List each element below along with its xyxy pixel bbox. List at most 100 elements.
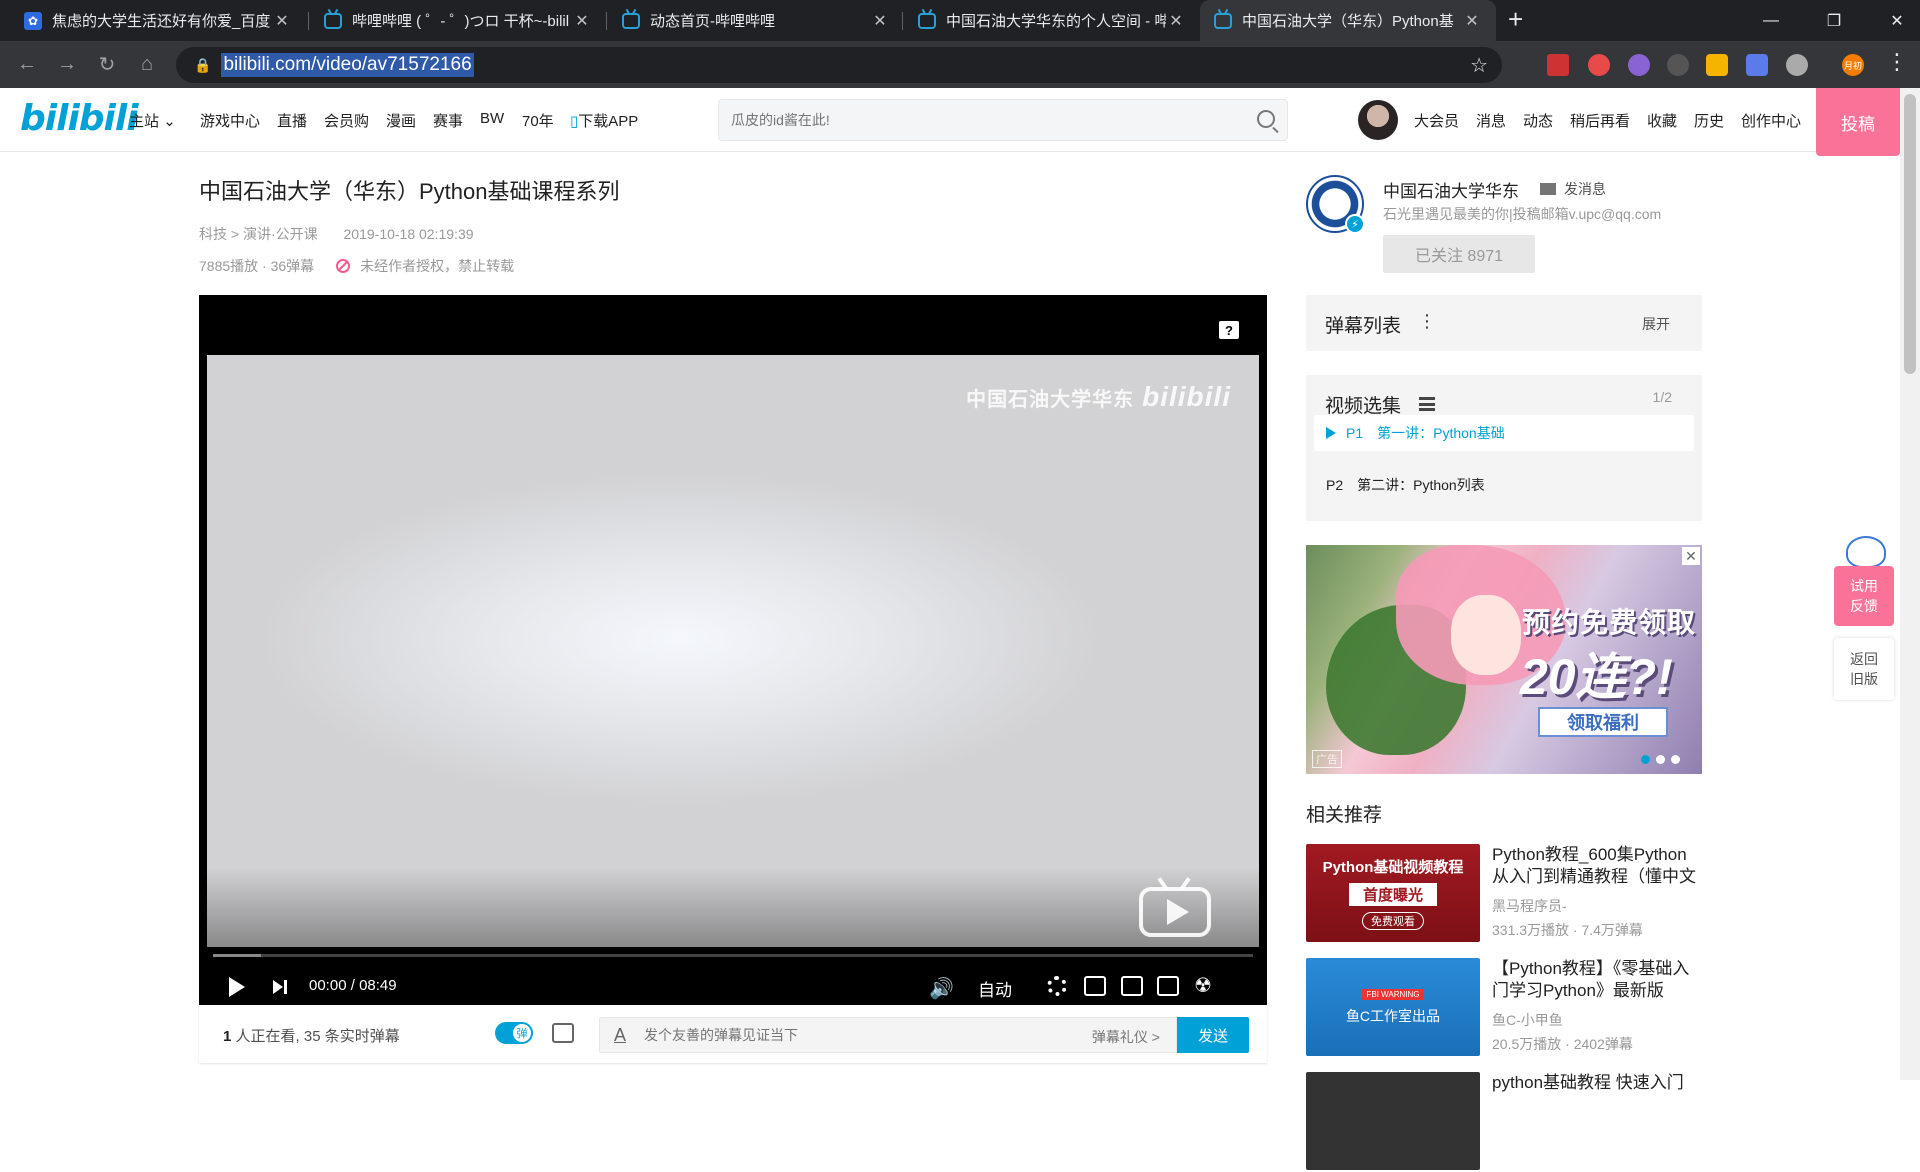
extension-icon[interactable] xyxy=(1746,54,1768,76)
danmaku-toggle[interactable]: 弹 xyxy=(495,1022,533,1044)
uploader-name[interactable]: 中国石油大学华东 xyxy=(1383,177,1519,202)
bilibili-logo[interactable]: bilibili xyxy=(20,98,139,139)
ad-banner[interactable]: 预约免费领取 20连?! 领取福利 ✕ 广告 xyxy=(1306,545,1702,774)
danmaku-list-panel[interactable]: 弹幕列表 ⋮ 展开 xyxy=(1306,295,1702,351)
danmaku-off-icon[interactable] xyxy=(1084,976,1106,996)
video-frame[interactable]: 中国石油大学华东 bilibili xyxy=(207,355,1259,947)
clock-icon[interactable] xyxy=(1628,54,1650,76)
link-favorites[interactable]: 收藏 xyxy=(1647,110,1677,131)
nav-main-site[interactable]: 主站 ⌄ xyxy=(129,110,176,131)
upload-button[interactable]: 投稿 xyxy=(1816,88,1900,156)
close-icon[interactable]: ✕ xyxy=(572,11,592,31)
browser-tab-active[interactable]: 中国石油大学（华东）Python基 ✕ xyxy=(1200,0,1496,41)
search-box[interactable] xyxy=(718,99,1288,141)
nav-manga[interactable]: 漫画 xyxy=(386,110,416,131)
back-button[interactable]: ← xyxy=(12,49,42,79)
progress-bar[interactable] xyxy=(213,954,1253,957)
link-messages[interactable]: 消息 xyxy=(1476,110,1506,131)
extension-icon[interactable] xyxy=(1667,54,1689,76)
nav-70-years[interactable]: 70年 xyxy=(522,110,554,131)
extension-icon[interactable] xyxy=(1547,54,1569,76)
restore-button[interactable]: ❐ xyxy=(1811,0,1857,41)
more-options-icon[interactable]: ⋮ xyxy=(1418,311,1436,332)
close-icon[interactable]: ✕ xyxy=(1682,547,1700,565)
close-icon[interactable]: ✕ xyxy=(1462,11,1482,31)
extension-icon[interactable] xyxy=(1786,54,1808,76)
video-thumbnail[interactable] xyxy=(1306,1072,1480,1170)
follow-button[interactable]: 已关注 8971 xyxy=(1383,235,1535,273)
nav-bw[interactable]: BW xyxy=(480,110,504,127)
recommendation-uploader[interactable]: 鱼C-小甲鱼 xyxy=(1492,1010,1563,1030)
carousel-dot[interactable] xyxy=(1671,755,1680,764)
danmaku-etiquette-link[interactable]: 弹幕礼仪 > xyxy=(1092,1027,1160,1047)
expand-button[interactable]: 展开 xyxy=(1642,314,1670,334)
new-tab-button[interactable]: + xyxy=(1508,4,1523,35)
url-text[interactable]: bilibili.com/video/av71572166 xyxy=(221,53,474,77)
video-thumbnail[interactable]: Python基础视频教程 首度曝光 免费观看 xyxy=(1306,844,1480,942)
ad-cta-button[interactable]: 领取福利 xyxy=(1538,707,1668,737)
link-vip[interactable]: 大会员 xyxy=(1414,110,1459,131)
forward-button[interactable]: → xyxy=(52,49,82,79)
profile-badge[interactable]: 月初 xyxy=(1842,54,1864,76)
bookmark-star-icon[interactable]: ☆ xyxy=(1470,53,1488,78)
extension-icon[interactable] xyxy=(1706,54,1728,76)
video-player[interactable]: ? 中国石油大学华东 bilibili 00:00 / 08:49 🔊 自动 ☢ xyxy=(199,295,1267,1005)
search-icon[interactable] xyxy=(1257,110,1275,128)
browser-tab[interactable]: 动态首页-哔哩哔哩 ✕ xyxy=(608,0,904,41)
settings-gear-icon[interactable] xyxy=(1047,976,1067,996)
danmaku-settings-icon[interactable] xyxy=(552,1023,574,1043)
nav-game-center[interactable]: 游戏中心 xyxy=(200,110,260,131)
danmaku-input-box[interactable]: A 弹幕礼仪 > xyxy=(599,1017,1177,1053)
recommendation-title[interactable]: Python教程_600集Python从入门到精通教程（懂中文 xyxy=(1492,844,1702,888)
fullscreen-icon[interactable]: ☢ xyxy=(1194,973,1212,998)
browser-tab[interactable]: 中国石油大学华东的个人空间 - 哔 ✕ xyxy=(904,0,1200,41)
scrollbar-thumb[interactable] xyxy=(1904,94,1916,374)
link-creator-center[interactable]: 创作中心 xyxy=(1741,110,1801,131)
close-icon[interactable]: ✕ xyxy=(272,11,292,31)
recommendation-item[interactable]: python基础教程 快速入门 xyxy=(1306,1072,1702,1172)
link-watch-later[interactable]: 稍后再看 xyxy=(1570,110,1630,131)
recommendation-item[interactable]: FBI WARNING 鱼C工作室出品 【Python教程】《零基础入门学习Py… xyxy=(1306,958,1702,1058)
browser-tab[interactable]: ✿ 焦虑的大学生活还好有你爱_百度 ✕ xyxy=(10,0,306,41)
send-danmaku-button[interactable]: 发送 xyxy=(1177,1017,1249,1053)
browser-tab[interactable]: 哔哩哔哩 ( ゜- ゜)つロ 干杯~-bilil ✕ xyxy=(310,0,606,41)
help-icon[interactable]: ? xyxy=(1219,321,1239,339)
home-button[interactable]: ⌂ xyxy=(132,49,162,79)
close-icon[interactable]: ✕ xyxy=(1166,11,1186,31)
reload-button[interactable]: ↻ xyxy=(92,49,122,79)
nav-download-app[interactable]: ▯下载APP xyxy=(570,110,638,131)
recommendation-uploader[interactable]: 黑马程序员- xyxy=(1492,896,1567,916)
close-icon[interactable]: ✕ xyxy=(870,11,890,31)
web-fullscreen-icon[interactable] xyxy=(1157,976,1179,996)
recommendation-item[interactable]: Python基础视频教程 首度曝光 免费观看 Python教程_600集Pyth… xyxy=(1306,844,1702,944)
episode-item[interactable]: P2 第二讲：Python列表 xyxy=(1314,467,1694,503)
link-dynamic[interactable]: 动态 xyxy=(1523,110,1553,131)
nav-mall[interactable]: 会员购 xyxy=(324,110,369,131)
minimize-button[interactable]: — xyxy=(1748,0,1794,41)
link-history[interactable]: 历史 xyxy=(1694,110,1724,131)
nav-esports[interactable]: 赛事 xyxy=(433,110,463,131)
recommendation-title[interactable]: 【Python教程】《零基础入门学习Python》最新版 xyxy=(1492,958,1702,1002)
search-input[interactable] xyxy=(719,100,1219,140)
recommendation-title[interactable]: python基础教程 快速入门 xyxy=(1492,1072,1702,1094)
shield-icon[interactable] xyxy=(1588,54,1610,76)
volume-icon[interactable]: 🔊 xyxy=(929,976,954,1001)
carousel-dot[interactable] xyxy=(1656,755,1665,764)
nav-live[interactable]: 直播 xyxy=(277,110,307,131)
font-style-icon[interactable]: A xyxy=(614,1025,626,1046)
widescreen-icon[interactable] xyxy=(1121,976,1143,996)
next-episode-button[interactable] xyxy=(273,980,287,994)
video-thumbnail[interactable]: FBI WARNING 鱼C工作室出品 xyxy=(1306,958,1480,1056)
category-breadcrumb[interactable]: 科技 > 演讲·公开课 xyxy=(199,226,318,242)
scrollbar[interactable] xyxy=(1900,88,1920,1080)
old-version-button[interactable]: 返回 旧版 xyxy=(1834,638,1894,700)
play-button[interactable] xyxy=(229,977,245,997)
avatar[interactable] xyxy=(1358,100,1398,140)
browser-menu-icon[interactable]: ⋮ xyxy=(1886,49,1908,75)
carousel-dots[interactable] xyxy=(1641,755,1680,764)
quality-selector[interactable]: 自动 xyxy=(978,976,1012,1001)
address-bar[interactable]: 🔒 bilibili.com/video/av71572166 ☆ xyxy=(176,47,1502,83)
feedback-button[interactable]: 试用 反馈 xyxy=(1834,566,1894,626)
send-message-link[interactable]: 发消息 xyxy=(1540,179,1606,199)
close-window-button[interactable]: ✕ xyxy=(1874,0,1920,41)
